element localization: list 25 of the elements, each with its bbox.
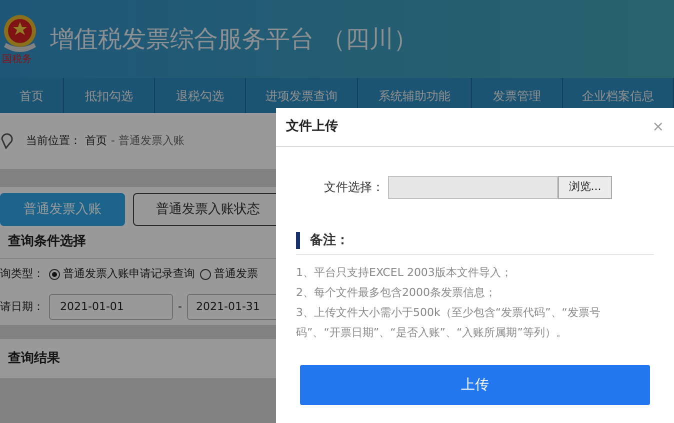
dialog-title: 文件上传 xyxy=(286,118,338,136)
radio-option[interactable]: 普通发票入账申请记录查询 xyxy=(49,266,195,282)
note-text: 1、平台只支持EXCEL 2003版本文件导入； xyxy=(296,265,513,281)
location-icon xyxy=(0,133,14,149)
date-field[interactable]: 2021-01-01 xyxy=(49,294,173,320)
upload-button[interactable]: 上传 xyxy=(300,365,650,405)
emblem-icon xyxy=(2,13,38,55)
platform-title: 增值税发票综合服务平台 （四川） xyxy=(50,24,418,55)
browse-button[interactable]: 浏览... xyxy=(558,176,612,198)
heading-bar xyxy=(296,232,300,249)
breadcrumb-label: 当前位置： xyxy=(26,132,81,149)
date-separator: - xyxy=(177,298,183,315)
field-label: 询类型： xyxy=(0,266,44,282)
breadcrumb-current: - 普通发票入账 xyxy=(111,132,184,149)
file-field[interactable] xyxy=(388,176,558,198)
tab[interactable]: 普通发票入账 xyxy=(0,193,125,226)
field-label: 请日期： xyxy=(0,298,44,315)
section-title: 查询结果 xyxy=(8,350,60,368)
close-button[interactable]: × xyxy=(652,120,664,134)
breadcrumb-link[interactable]: 首页 xyxy=(85,132,107,150)
field-label: 文件选择： xyxy=(324,179,384,196)
section-title: 查询条件选择 xyxy=(8,233,86,252)
notes-title: 备注： xyxy=(310,232,349,250)
logo-text: 国税务 xyxy=(2,55,32,65)
radio-option[interactable]: 普通发票 xyxy=(200,266,258,282)
